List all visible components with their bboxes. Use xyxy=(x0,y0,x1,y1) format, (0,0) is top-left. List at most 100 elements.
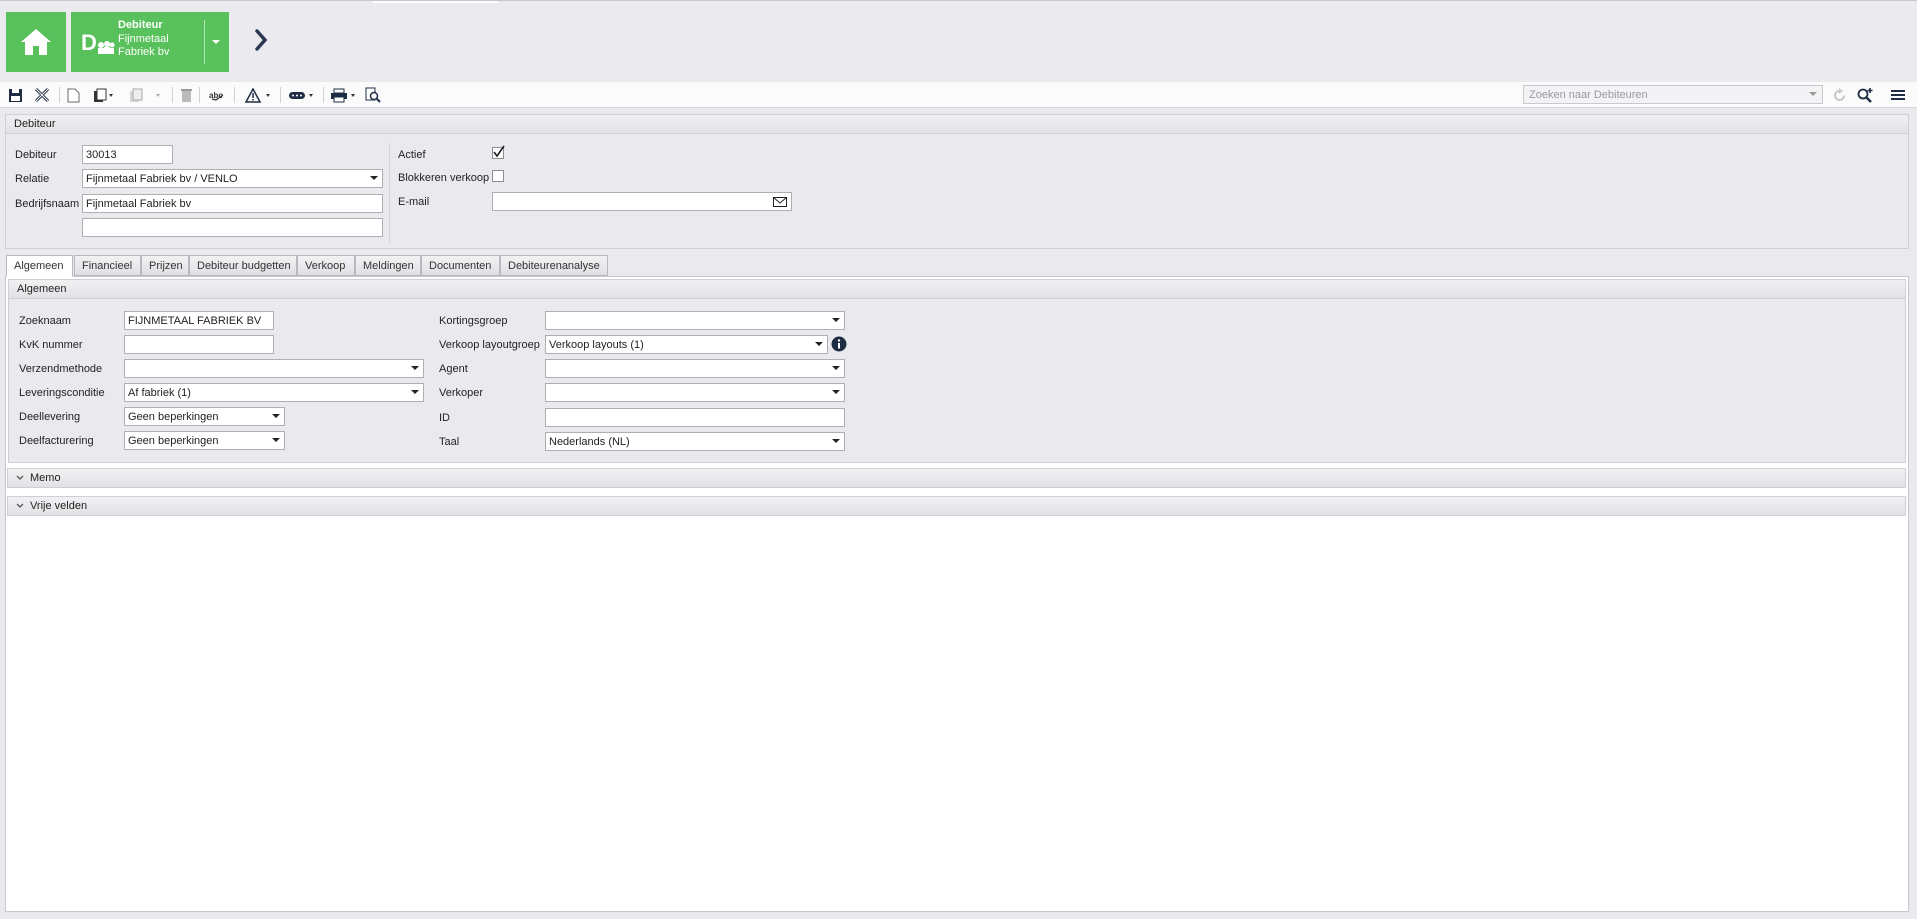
new-document-icon xyxy=(67,88,80,102)
verzendmethode-label: Verzendmethode xyxy=(19,363,103,375)
copy-from-button[interactable] xyxy=(93,86,115,104)
leveringsconditie-label: Leveringsconditie xyxy=(19,387,105,399)
deelfacturering-select[interactable]: Geen beperkingen xyxy=(124,431,285,450)
verkoop-layoutgroep-select[interactable]: Verkoop layouts (1) xyxy=(545,335,828,354)
active-window-notch xyxy=(373,1,498,3)
top-navigation-bar: D Debiteur Fijnmetaal Fabriek bv xyxy=(0,0,1917,82)
search-placeholder: Zoeken naar Debiteuren xyxy=(1529,89,1648,101)
verkoper-label: Verkoper xyxy=(439,387,484,399)
home-icon xyxy=(21,29,51,55)
verkoper-select[interactable] xyxy=(545,383,845,402)
spellcheck-icon: abc xyxy=(209,91,224,101)
toolbar-separator xyxy=(199,87,200,103)
memo-section-header[interactable]: Memo xyxy=(7,468,1906,488)
search-dropdown-icon[interactable] xyxy=(1809,92,1817,97)
main-menu-button[interactable] xyxy=(1891,86,1905,104)
print-button[interactable] xyxy=(330,86,358,104)
tab-verkoop[interactable]: Verkoop xyxy=(297,255,355,276)
taal-label: Taal xyxy=(439,436,460,448)
tab-documenten[interactable]: Documenten xyxy=(421,255,500,276)
algemeen-panel-title: Algemeen xyxy=(9,280,1905,299)
record-tile[interactable]: D Debiteur Fijnmetaal Fabriek bv xyxy=(71,12,229,72)
delete-button[interactable] xyxy=(180,86,193,104)
actief-checkbox[interactable] xyxy=(492,145,505,159)
preview-button[interactable] xyxy=(365,86,381,104)
chevron-down-icon xyxy=(411,390,419,394)
agent-select[interactable] xyxy=(545,359,845,378)
chevron-right-icon[interactable] xyxy=(254,29,268,51)
svg-text:abc: abc xyxy=(209,91,223,100)
verkoop-layoutgroep-value: Verkoop layouts (1) xyxy=(549,339,644,351)
blokkeren-verkoop-checkbox[interactable] xyxy=(492,170,504,182)
bedrijfsnaam-line2-field[interactable] xyxy=(82,218,383,237)
new-button[interactable] xyxy=(67,86,80,104)
search-input[interactable]: Zoeken naar Debiteuren xyxy=(1523,85,1823,104)
bedrijfsnaam-field[interactable]: Fijnmetaal Fabriek bv xyxy=(82,194,383,213)
more-icon xyxy=(289,91,313,99)
tab-financieel[interactable]: Financieel xyxy=(74,255,141,276)
record-name: Fijnmetaal Fabriek bv xyxy=(118,33,170,58)
email-label: E-mail xyxy=(398,196,430,208)
record-dropdown-icon[interactable] xyxy=(212,39,220,45)
toolbar: abc Zoeken naar Debiteuren xyxy=(0,82,1917,108)
tab-meldingen[interactable]: Meldingen xyxy=(355,255,421,276)
vrije-velden-section-header[interactable]: Vrije velden xyxy=(7,496,1906,516)
zoeknaam-label: Zoeknaam xyxy=(19,315,71,327)
refresh-button[interactable] xyxy=(1832,86,1847,104)
checkmark-icon xyxy=(493,145,505,158)
more-options-button[interactable] xyxy=(288,86,316,104)
chevron-down-icon xyxy=(16,475,24,480)
toolbar-separator xyxy=(280,87,281,103)
spellcheck-button[interactable]: abc xyxy=(209,86,225,104)
tab-prijzen[interactable]: Prijzen xyxy=(141,255,189,276)
kvk-field[interactable] xyxy=(124,335,274,354)
leveringsconditie-select[interactable]: Af fabriek (1) xyxy=(124,383,424,402)
deelfacturering-label: Deelfacturering xyxy=(19,435,94,447)
id-field[interactable] xyxy=(545,408,845,427)
relatie-value: Fijnmetaal Fabriek bv / VENLO xyxy=(86,173,238,185)
chevron-down-icon xyxy=(832,318,840,322)
warning-icon xyxy=(245,87,270,103)
deelfacturering-value: Geen beperkingen xyxy=(128,435,219,447)
debiteur-panel: Debiteur Debiteur 30013 Relatie Fijnmeta… xyxy=(5,114,1909,249)
save-button[interactable] xyxy=(8,86,23,104)
chevron-down-icon xyxy=(832,366,840,370)
record-tile-divider xyxy=(204,20,205,64)
advanced-search-button[interactable] xyxy=(1857,86,1874,104)
duplicate-button[interactable] xyxy=(129,86,163,104)
toolbar-separator xyxy=(172,87,173,103)
tab-algemeen[interactable]: Algemeen xyxy=(6,255,73,277)
chevron-down-icon xyxy=(815,342,823,346)
tab-debiteur-budgetten[interactable]: Debiteur budgetten xyxy=(189,255,297,276)
close-button[interactable] xyxy=(34,86,50,104)
info-icon[interactable] xyxy=(831,336,847,352)
home-button[interactable] xyxy=(6,12,66,72)
chevron-down-icon xyxy=(370,176,378,180)
toolbar-separator xyxy=(234,87,235,103)
warning-button[interactable] xyxy=(245,86,273,104)
chevron-down-icon xyxy=(832,439,840,443)
algemeen-panel: Algemeen Zoeknaam FIJNMETAAL FABRIEK BV … xyxy=(8,279,1906,463)
email-field[interactable] xyxy=(492,192,792,211)
verzendmethode-select[interactable] xyxy=(124,359,424,378)
zoeknaam-field[interactable]: FIJNMETAAL FABRIEK BV xyxy=(124,311,274,330)
kortingsgroep-select[interactable] xyxy=(545,311,845,330)
debiteur-panel-title: Debiteur xyxy=(6,115,1908,134)
mail-icon[interactable] xyxy=(773,197,787,207)
debiteur-number-field[interactable]: 30013 xyxy=(82,145,173,164)
taal-value: Nederlands (NL) xyxy=(549,436,630,448)
trash-icon xyxy=(181,88,192,102)
close-icon xyxy=(34,87,50,103)
tab-debiteurenanalyse[interactable]: Debiteurenanalyse xyxy=(500,255,608,276)
bedrijfsnaam-label: Bedrijfsnaam xyxy=(15,198,80,210)
kortingsgroep-label: Kortingsgroep xyxy=(439,315,508,327)
chevron-down-icon xyxy=(272,414,280,418)
svg-text:D: D xyxy=(81,30,97,55)
taal-select[interactable]: Nederlands (NL) xyxy=(545,432,845,451)
record-type: Debiteur xyxy=(118,19,163,31)
search-plus-icon xyxy=(1857,88,1873,103)
relatie-label: Relatie xyxy=(15,173,50,185)
deellevering-select[interactable]: Geen beperkingen xyxy=(124,407,285,426)
relatie-select[interactable]: Fijnmetaal Fabriek bv / VENLO xyxy=(82,169,383,188)
deellevering-label: Deellevering xyxy=(19,411,81,423)
